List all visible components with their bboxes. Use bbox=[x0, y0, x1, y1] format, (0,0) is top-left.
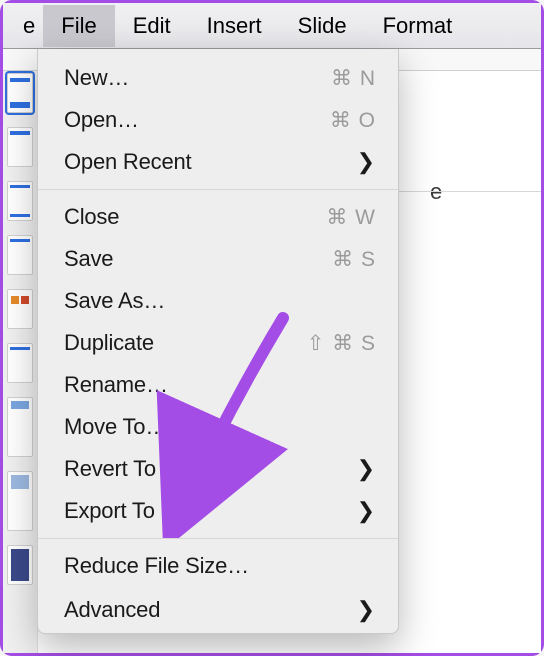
file-dropdown-menu: New… ⌘ N Open… ⌘ O Open Recent ❯ Close ⌘… bbox=[37, 49, 399, 634]
slide-thumbnail[interactable] bbox=[7, 181, 33, 221]
menu-item-save[interactable]: Save ⌘ S bbox=[38, 238, 398, 280]
menu-item-save-as[interactable]: Save As… bbox=[38, 280, 398, 322]
shortcut-text: ⌘ O bbox=[330, 108, 376, 133]
shortcut-text: ⇧ ⌘ S bbox=[307, 331, 376, 356]
shortcut-text: ⌘ S bbox=[332, 247, 376, 272]
chevron-right-icon: ❯ bbox=[357, 498, 376, 524]
menu-separator bbox=[38, 189, 398, 190]
chevron-right-icon: ❯ bbox=[357, 597, 376, 623]
slide-thumbnail[interactable] bbox=[7, 471, 33, 531]
menubar-item-file[interactable]: File bbox=[43, 5, 114, 47]
slide-thumbnail[interactable] bbox=[7, 545, 33, 585]
menu-item-close[interactable]: Close ⌘ W bbox=[38, 196, 398, 238]
menu-item-move-to[interactable]: Move To… bbox=[38, 406, 398, 448]
menu-item-duplicate[interactable]: Duplicate ⇧ ⌘ S bbox=[38, 322, 398, 364]
slide-thumbnail[interactable] bbox=[7, 235, 33, 275]
menu-separator bbox=[38, 538, 398, 539]
slide-thumbnail[interactable] bbox=[7, 127, 33, 167]
menubar: e File Edit Insert Slide Format bbox=[3, 3, 541, 49]
slide-thumbnail[interactable] bbox=[7, 397, 33, 457]
menubar-item-format[interactable]: Format bbox=[365, 5, 471, 47]
canvas-text-fragment: e bbox=[430, 179, 442, 205]
menubar-prev-fragment: e bbox=[15, 13, 43, 39]
slide-thumbnail[interactable] bbox=[7, 343, 33, 383]
menubar-item-insert[interactable]: Insert bbox=[189, 5, 280, 47]
thumbnail-rail bbox=[3, 71, 37, 653]
menu-item-rename[interactable]: Rename… bbox=[38, 364, 398, 406]
menu-item-new[interactable]: New… ⌘ N bbox=[38, 57, 398, 99]
menu-item-open-recent[interactable]: Open Recent ❯ bbox=[38, 141, 398, 183]
menu-item-open[interactable]: Open… ⌘ O bbox=[38, 99, 398, 141]
menu-item-reduce-file-size[interactable]: Reduce File Size… bbox=[38, 545, 398, 587]
shortcut-text: ⌘ N bbox=[331, 66, 376, 91]
chevron-right-icon: ❯ bbox=[357, 456, 376, 482]
slide-thumbnail[interactable] bbox=[7, 73, 33, 113]
slide-thumbnail[interactable] bbox=[7, 289, 33, 329]
menu-item-advanced[interactable]: Advanced ❯ bbox=[38, 587, 398, 625]
menubar-item-slide[interactable]: Slide bbox=[280, 5, 365, 47]
menubar-item-edit[interactable]: Edit bbox=[115, 5, 189, 47]
shortcut-text: ⌘ W bbox=[326, 205, 376, 230]
menu-item-revert-to[interactable]: Revert To ❯ bbox=[38, 448, 398, 490]
menu-item-export-to[interactable]: Export To ❯ bbox=[38, 490, 398, 532]
chevron-right-icon: ❯ bbox=[357, 149, 376, 175]
